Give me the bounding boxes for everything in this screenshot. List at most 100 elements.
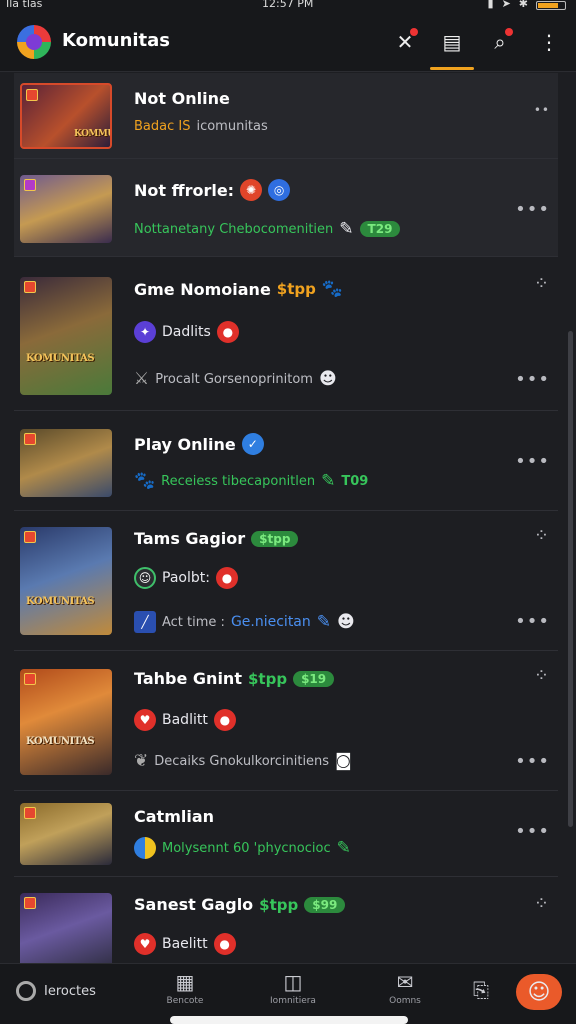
more-options-icon[interactable]: ⁘ xyxy=(534,665,550,686)
pencil-icon: ✎ xyxy=(339,219,354,239)
card-count: T09 xyxy=(341,473,369,489)
more-options-icon[interactable]: ⁘ xyxy=(534,893,550,914)
mail-icon: ✉ xyxy=(396,970,414,994)
nav-label: Oomns xyxy=(389,996,421,1006)
thumbnail-title: KOMUNITAS xyxy=(26,595,95,607)
community-thumbnail: KOMUNITAS xyxy=(20,277,112,395)
creature-icon: ❦ xyxy=(134,751,149,771)
list-icon: ▤ xyxy=(442,30,462,54)
location-icon: ➤ xyxy=(501,0,511,10)
active-tab-indicator xyxy=(430,67,474,70)
card-meta: Molysennt 60 'phycnocioc xyxy=(162,840,331,856)
more-options-icon[interactable]: ••• xyxy=(515,451,550,472)
more-options-icon[interactable]: •• xyxy=(534,103,550,117)
link-icon: ◎ xyxy=(268,179,291,201)
card-title: Gme Nomoiane xyxy=(134,279,271,299)
more-options-icon[interactable]: ⁘ xyxy=(534,273,550,294)
overflow-menu-button[interactable]: ⋮ xyxy=(533,26,565,58)
live-icon: ● xyxy=(213,933,236,955)
nav-item-chat[interactable]: ⎘ xyxy=(446,978,516,1004)
community-thumbnail: KOMMU xyxy=(20,83,112,149)
price-tag: $tpp xyxy=(247,669,288,688)
list-item[interactable]: Sanest Gaglo $tpp $99 ♥ Baelitt ● ⁘ xyxy=(14,877,558,963)
game-badge-icon xyxy=(24,433,36,445)
status-time: 12:57 PM xyxy=(262,0,314,10)
list-item[interactable]: KOMUNITAS Tams Gagior $tpp ☺ Paolbt: ● ╱… xyxy=(14,511,558,651)
community-feed[interactable]: KOMMU Not Online Badac IS icomunitas •• … xyxy=(0,73,576,963)
creature-icon: 🐾 xyxy=(134,471,156,491)
card-title: Not Online xyxy=(134,89,230,108)
community-thumbnail: KOMUNITAS xyxy=(20,669,112,775)
creature-icon: 🐾 xyxy=(321,279,344,299)
card-meta: Badac IS xyxy=(134,119,191,134)
heart-icon: ♥ xyxy=(134,933,156,955)
list-item[interactable]: Catmlian Molysennt 60 'phycnocioc ✎ ••• xyxy=(14,791,558,877)
edit-icon: ╱ xyxy=(134,611,156,633)
scrollbar[interactable] xyxy=(568,331,573,827)
list-item[interactable]: KOMMU Not Online Badac IS icomunitas •• xyxy=(14,73,558,159)
list-item[interactable]: Not ffrorle: ✺ ◎ Nottanetany Chebocomeni… xyxy=(14,159,558,257)
more-options-icon[interactable]: ••• xyxy=(515,199,550,220)
thumbnail-title: KOMUNITAS xyxy=(26,353,95,365)
search-button[interactable]: ⌕ xyxy=(484,26,516,58)
nav-item-communities[interactable]: ◫ Iomnitiera xyxy=(258,970,328,1006)
more-options-icon[interactable]: ••• xyxy=(515,751,550,772)
card-meta: Procalt Gorsenoprinitom xyxy=(155,371,313,387)
bluetooth-icon: ✱ xyxy=(518,0,528,10)
more-options-icon[interactable]: ••• xyxy=(515,611,550,632)
status-bar: Ila tlas 12:57 PM ▮ ➤ ✱ xyxy=(0,0,576,12)
heart-icon: ♥ xyxy=(134,709,156,731)
list-item[interactable]: KOMUNITAS Tahbe Gnint $tpp $19 ♥ Badlitt… xyxy=(14,651,558,791)
home-indicator[interactable] xyxy=(170,1016,408,1024)
notification-dot xyxy=(410,28,418,36)
live-icon: ● xyxy=(216,321,239,343)
nav-item-resources[interactable]: Ieroctes xyxy=(16,981,96,1001)
game-badge-icon xyxy=(24,179,36,191)
mask-icon: ☻ xyxy=(337,612,355,632)
nav-label: Bencote xyxy=(166,996,204,1006)
live-icon: ● xyxy=(213,709,236,731)
app-bar: Komunitas ✕ ▤ ⌕ ⋮ xyxy=(0,12,576,72)
list-item[interactable]: KOMUNITAS Gme Nomoiane $tpp 🐾 ✦ Dadlits … xyxy=(14,259,558,411)
chat-icon: ⎘ xyxy=(473,978,489,1002)
flame-icon: ✺ xyxy=(240,179,263,201)
price-badge: $99 xyxy=(304,896,346,913)
app-logo xyxy=(17,25,51,59)
more-options-icon[interactable]: ••• xyxy=(515,821,550,842)
thumbnail-title: KOMUNITAS xyxy=(26,736,95,748)
feed-tab-button[interactable]: ▤ xyxy=(436,26,468,58)
card-meta: Receiess tibecaponitlen xyxy=(161,473,316,489)
community-thumbnail xyxy=(20,429,112,497)
list-item[interactable]: Play Online ✓ 🐾 Receiess tibecaponitlen … xyxy=(14,411,558,511)
game-badge-icon xyxy=(26,89,38,101)
community-thumbnail xyxy=(20,175,112,243)
game-badge-icon xyxy=(24,281,36,293)
page-title: Komunitas xyxy=(62,30,171,51)
price-badge: $tpp xyxy=(251,530,299,547)
card-title: Play Online xyxy=(134,434,236,454)
more-options-icon[interactable]: ⁘ xyxy=(534,525,550,546)
search-dot xyxy=(505,28,513,36)
verified-icon: ✓ xyxy=(241,433,264,455)
price-badge: $19 xyxy=(293,670,335,687)
nav-label: Iomnitiera xyxy=(270,996,316,1006)
pencil-icon: ✎ xyxy=(321,471,336,491)
card-detail: Badlitt xyxy=(162,712,208,728)
controller-icon: ◙ xyxy=(335,751,352,771)
price-tag: $tpp xyxy=(259,895,299,914)
map-icon: ◫ xyxy=(283,970,303,994)
profile-avatar[interactable]: ☺ xyxy=(516,974,562,1010)
card-link[interactable]: Ge.niecitan xyxy=(231,614,311,630)
more-options-icon[interactable]: ••• xyxy=(515,369,550,390)
bottom-nav: Ieroctes ▦ Bencote ◫ Iomnitiera ✉ Oomns … xyxy=(0,963,576,1024)
status-badge: T29 xyxy=(359,221,401,237)
community-thumbnail xyxy=(20,893,112,963)
status-icons: ▮ ➤ ✱ xyxy=(488,0,566,10)
game-badge-icon xyxy=(24,807,36,819)
nav-item-messages[interactable]: ✉ Oomns xyxy=(370,970,440,1006)
card-title: Tahbe Gnint xyxy=(134,669,242,688)
activity-button[interactable]: ✕ xyxy=(389,26,421,58)
pencil-icon: ✎ xyxy=(336,838,351,858)
nav-item-home[interactable]: ▦ Bencote xyxy=(150,970,220,1006)
mask-icon: ☻ xyxy=(318,369,337,389)
